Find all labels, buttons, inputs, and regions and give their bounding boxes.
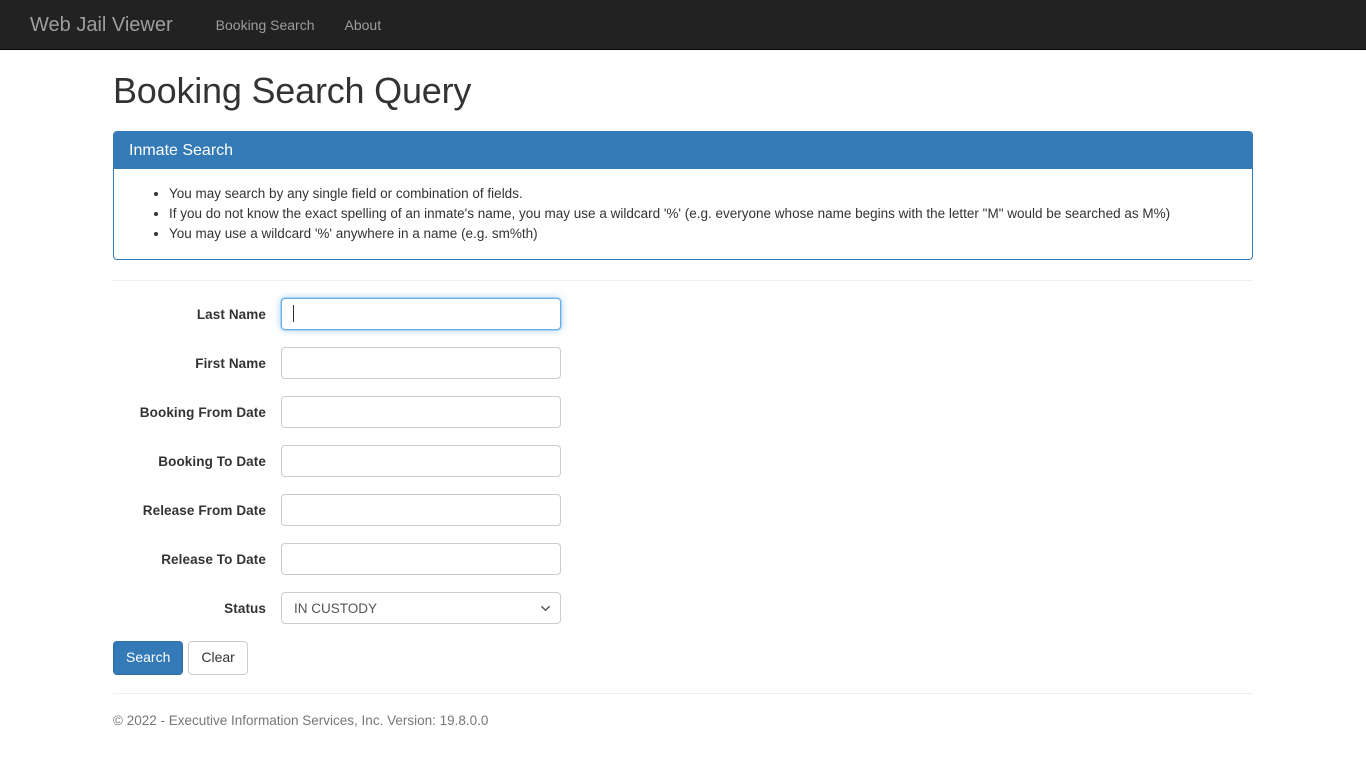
panel-heading: Inmate Search [114, 131, 1252, 170]
navbar-links: Booking Search About [201, 18, 396, 32]
form-row-booking-to-date: Booking To Date [113, 445, 1253, 478]
nav-link-about[interactable]: About [330, 18, 397, 32]
label-booking-from-date: Booking From Date [139, 404, 266, 420]
inmate-search-panel: Inmate Search You may search by any sing… [113, 130, 1253, 261]
status-select-wrap: IN CUSTODY [281, 592, 561, 625]
label-first-name: First Name [195, 355, 266, 371]
status-select[interactable]: IN CUSTODY [281, 592, 561, 625]
booking-to-date-input[interactable] [281, 445, 561, 478]
last-name-input[interactable] [281, 298, 561, 331]
page-title: Booking Search Query [113, 70, 472, 111]
release-from-date-input[interactable] [281, 494, 561, 527]
search-button[interactable]: Search [113, 641, 184, 676]
booking-search-form: Last Name First Name Booking From Date B… [113, 281, 1253, 676]
booking-from-date-input[interactable] [281, 396, 561, 429]
search-help-list: You may search by any single field or co… [129, 184, 1237, 244]
panel-body: You may search by any single field or co… [114, 169, 1252, 259]
top-navbar: Web Jail Viewer Booking Search About [0, 0, 1366, 50]
page-footer: © 2022 - Executive Information Services,… [113, 693, 1253, 728]
form-row-release-to-date: Release To Date [113, 543, 1253, 576]
form-row-release-from-date: Release From Date [113, 494, 1253, 527]
text-cursor [293, 305, 294, 323]
list-item: If you do not know the exact spelling of… [169, 204, 1237, 224]
footer-text: © 2022 - Executive Information Services,… [113, 713, 489, 729]
clear-button[interactable]: Clear [188, 641, 248, 676]
first-name-input[interactable] [281, 347, 561, 380]
label-booking-to-date: Booking To Date [158, 453, 266, 469]
last-name-input-wrap [281, 298, 561, 331]
list-item: You may use a wildcard '%' anywhere in a… [169, 224, 1237, 244]
page-container: Booking Search Query Inmate Search You m… [98, 71, 1268, 728]
list-item: You may search by any single field or co… [169, 184, 1237, 204]
label-last-name: Last Name [196, 306, 266, 322]
label-release-from-date: Release From Date [142, 502, 266, 518]
form-actions: Search Clear [113, 641, 1253, 676]
release-to-date-input[interactable] [281, 543, 561, 576]
navbar-brand[interactable]: Web Jail Viewer [15, 15, 188, 35]
label-status: Status [224, 600, 266, 616]
form-row-last-name: Last Name [113, 298, 1253, 331]
label-release-to-date: Release To Date [161, 551, 266, 567]
nav-link-booking-search[interactable]: Booking Search [201, 18, 330, 32]
form-row-booking-from-date: Booking From Date [113, 396, 1253, 429]
form-row-status: Status IN CUSTODY [113, 592, 1253, 625]
form-row-first-name: First Name [113, 347, 1253, 380]
